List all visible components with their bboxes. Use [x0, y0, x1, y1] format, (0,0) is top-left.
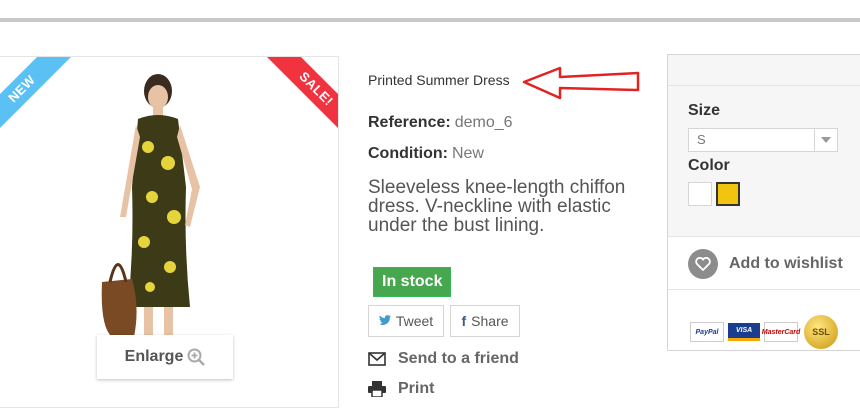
size-selected-value: S	[697, 132, 706, 147]
top-divider	[0, 18, 860, 22]
facebook-share-button[interactable]: f Share	[450, 305, 520, 337]
size-select[interactable]: S	[688, 128, 838, 152]
mastercard-logo: MasterCard	[762, 322, 800, 342]
twitter-icon	[378, 313, 391, 329]
product-title: Printed Summer Dress	[368, 72, 510, 88]
chevron-down-icon	[814, 129, 837, 151]
size-label: Size	[688, 102, 721, 119]
cart-box-header	[668, 55, 860, 86]
reference-label: Reference:	[368, 114, 451, 131]
heart-icon	[688, 249, 718, 279]
red-arrow-annotation	[522, 66, 640, 100]
send-to-friend-link[interactable]: Send to a friend	[368, 350, 519, 368]
add-to-cart-box: Size S Color Add to wishlist PayPal VISA…	[667, 54, 860, 351]
attributes-panel: Size S Color	[668, 86, 860, 237]
payment-logos: PayPal VISA MasterCard SSL	[690, 315, 838, 349]
add-to-wishlist-button[interactable]: Add to wishlist	[668, 237, 860, 290]
paypal-logo: PayPal	[690, 322, 724, 342]
ssl-seal: SSL	[804, 315, 838, 349]
reference-row: Reference: demo_6	[368, 114, 513, 132]
color-swatch-white[interactable]	[688, 182, 712, 206]
add-to-wishlist-label: Add to wishlist	[729, 255, 843, 272]
condition-label: Condition:	[368, 145, 448, 162]
printer-icon	[368, 381, 386, 397]
print-link[interactable]: Print	[368, 380, 434, 398]
zoom-in-icon	[187, 348, 206, 366]
product-description: Sleeveless knee-length chiffon dress. V-…	[368, 177, 626, 236]
product-image-box: NEW SALE! Enlarge	[0, 56, 339, 408]
enlarge-label: Enlarge	[124, 348, 184, 365]
condition-value: New	[451, 145, 484, 162]
envelope-icon	[368, 352, 386, 366]
color-swatch-yellow[interactable]	[716, 182, 740, 206]
reference-value: demo_6	[454, 114, 513, 131]
condition-row: Condition: New	[368, 145, 484, 163]
send-to-friend-label: Send to a friend	[398, 350, 519, 367]
facebook-icon: f	[461, 313, 467, 329]
print-label: Print	[398, 380, 435, 397]
tweet-label: Tweet	[395, 313, 434, 329]
visa-logo: VISA	[728, 323, 760, 341]
tweet-button[interactable]: Tweet	[368, 305, 444, 337]
color-label: Color	[688, 157, 730, 174]
stock-badge: In stock	[373, 267, 452, 297]
facebook-share-label: Share	[471, 313, 509, 329]
enlarge-button[interactable]: Enlarge	[97, 335, 233, 379]
